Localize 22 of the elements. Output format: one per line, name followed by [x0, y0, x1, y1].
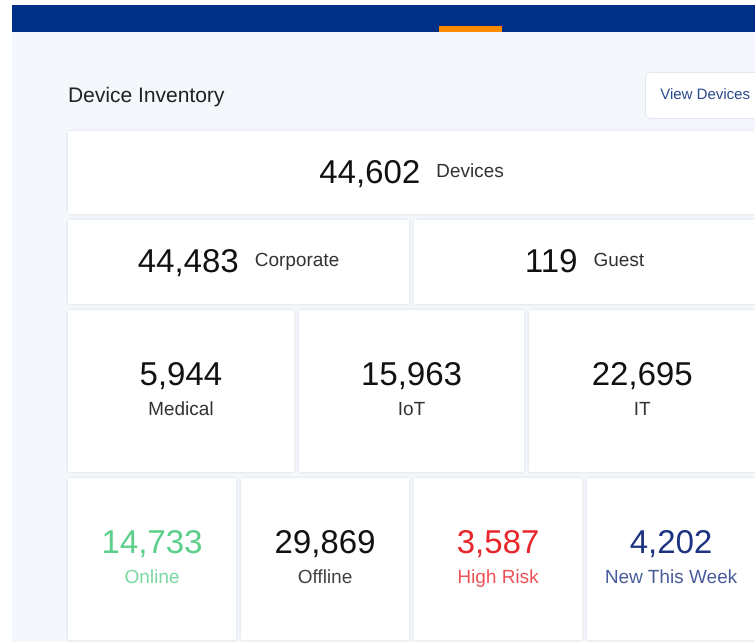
- stat-value: 119: [524, 243, 578, 280]
- stat-value: 14,733: [102, 524, 202, 560]
- stat-value: 44,483: [138, 243, 239, 280]
- stat-value: 3,587: [456, 524, 540, 560]
- stat-value: 44,602: [319, 154, 420, 190]
- section-title: Device Inventory: [68, 82, 224, 108]
- stat-label: Guest: [593, 249, 644, 274]
- stat-label: Devices: [436, 160, 504, 184]
- stat-value: 5,944: [140, 356, 222, 392]
- stat-label: Online: [124, 566, 180, 590]
- stat-label: New This Week: [604, 566, 738, 590]
- view-devices-button[interactable]: View Devices: [645, 72, 755, 118]
- stat-value: 29,869: [274, 524, 376, 560]
- stat-value: 22,695: [592, 356, 693, 392]
- stat-value: 15,963: [361, 356, 462, 392]
- stat-label: Corporate: [254, 249, 340, 274]
- stat-label: Medical: [148, 398, 214, 422]
- stat-label: IT: [634, 398, 651, 422]
- stat-value: 4,202: [630, 524, 712, 560]
- stat-label: High Risk: [457, 566, 539, 590]
- stat-label: Offline: [298, 566, 352, 590]
- stat-label: IoT: [398, 398, 426, 422]
